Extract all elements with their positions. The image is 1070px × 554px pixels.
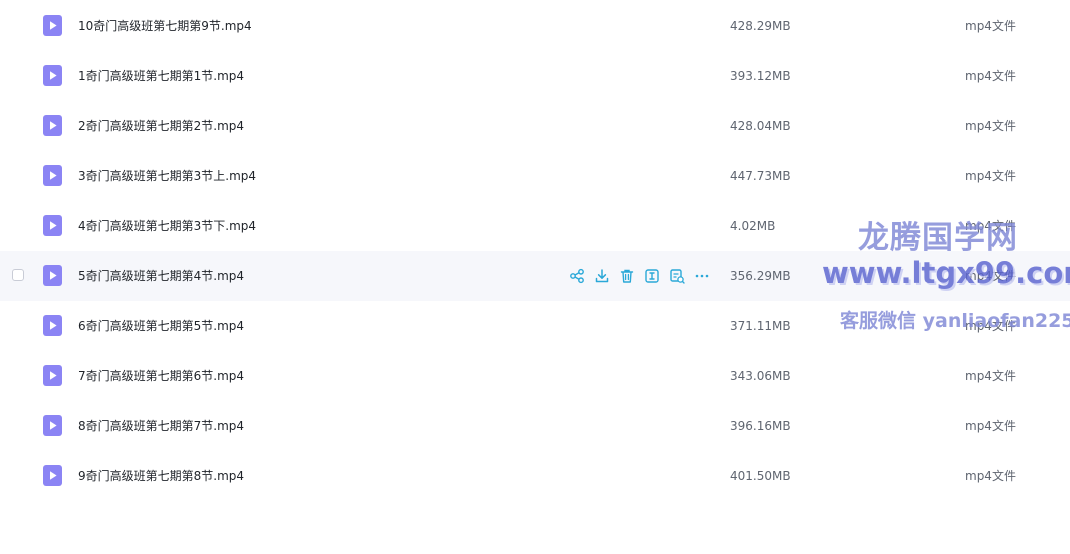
file-name[interactable]: 6奇门高级班第七期第5节.mp4 xyxy=(78,317,244,335)
file-size: 371.11MB xyxy=(730,319,791,333)
file-type: mp4文件 xyxy=(965,19,1016,33)
file-name[interactable]: 1奇门高级班第七期第1节.mp4 xyxy=(78,67,244,85)
file-row[interactable]: 4奇门高级班第七期第3节下.mp4 4.02MB mp4文件 xyxy=(0,201,1070,251)
file-size: 401.50MB xyxy=(730,469,791,483)
file-type: mp4文件 xyxy=(965,69,1016,83)
file-name[interactable]: 7奇门高级班第七期第6节.mp4 xyxy=(78,367,244,385)
file-row[interactable]: 9奇门高级班第七期第8节.mp4 401.50MB mp4文件 xyxy=(0,451,1070,501)
file-name[interactable]: 9奇门高级班第七期第8节.mp4 xyxy=(78,467,244,485)
file-row-hovered[interactable]: 5奇门高级班第七期第4节.mp4 356.29MB mp4文件 xyxy=(0,251,1070,301)
video-file-icon xyxy=(43,315,62,336)
video-file-icon xyxy=(43,215,62,236)
more-icon[interactable] xyxy=(694,268,710,284)
file-type: mp4文件 xyxy=(965,319,1016,333)
file-row[interactable]: 6奇门高级班第七期第5节.mp4 371.11MB mp4文件 xyxy=(0,301,1070,351)
download-icon[interactable] xyxy=(594,268,610,284)
file-row[interactable]: 7奇门高级班第七期第6节.mp4 343.06MB mp4文件 xyxy=(0,351,1070,401)
video-file-icon xyxy=(43,165,62,186)
file-type: mp4文件 xyxy=(965,469,1016,483)
file-type: mp4文件 xyxy=(965,369,1016,383)
video-file-icon xyxy=(43,365,62,386)
row-checkbox[interactable] xyxy=(12,269,24,281)
delete-icon[interactable] xyxy=(619,268,635,284)
file-type: mp4文件 xyxy=(965,119,1016,133)
video-file-icon xyxy=(43,415,62,436)
file-size: 356.29MB xyxy=(730,269,791,283)
rename-icon[interactable] xyxy=(644,268,660,284)
video-file-icon xyxy=(43,465,62,486)
file-name[interactable]: 3奇门高级班第七期第3节上.mp4 xyxy=(78,167,256,185)
file-name[interactable]: 4奇门高级班第七期第3节下.mp4 xyxy=(78,217,256,235)
share-icon[interactable] xyxy=(569,268,585,284)
file-size: 4.02MB xyxy=(730,219,776,233)
file-size: 447.73MB xyxy=(730,169,791,183)
file-name[interactable]: 5奇门高级班第七期第4节.mp4 xyxy=(78,267,244,285)
file-row[interactable]: 8奇门高级班第七期第7节.mp4 396.16MB mp4文件 xyxy=(0,401,1070,451)
file-list: 10奇门高级班第七期第9节.mp4 428.29MB mp4文件 1奇门高级班第… xyxy=(0,1,1070,501)
file-row[interactable]: 10奇门高级班第七期第9节.mp4 428.29MB mp4文件 xyxy=(0,1,1070,51)
file-row[interactable]: 1奇门高级班第七期第1节.mp4 393.12MB mp4文件 xyxy=(0,51,1070,101)
file-size: 428.29MB xyxy=(730,19,791,33)
file-type: mp4文件 xyxy=(965,269,1016,283)
file-type: mp4文件 xyxy=(965,219,1016,233)
file-row[interactable]: 3奇门高级班第七期第3节上.mp4 447.73MB mp4文件 xyxy=(0,151,1070,201)
file-size: 343.06MB xyxy=(730,369,791,383)
video-file-icon xyxy=(43,115,62,136)
video-file-icon xyxy=(43,65,62,86)
file-name[interactable]: 2奇门高级班第七期第2节.mp4 xyxy=(78,117,244,135)
file-type: mp4文件 xyxy=(965,419,1016,433)
file-type: mp4文件 xyxy=(965,169,1016,183)
video-file-icon xyxy=(43,15,62,36)
file-size: 396.16MB xyxy=(730,419,791,433)
file-name[interactable]: 8奇门高级班第七期第7节.mp4 xyxy=(78,417,244,435)
move-icon[interactable] xyxy=(669,268,685,284)
video-file-icon xyxy=(43,265,62,286)
file-row[interactable]: 2奇门高级班第七期第2节.mp4 428.04MB mp4文件 xyxy=(0,101,1070,151)
file-name[interactable]: 10奇门高级班第七期第9节.mp4 xyxy=(78,17,252,35)
file-size: 428.04MB xyxy=(730,119,791,133)
file-size: 393.12MB xyxy=(730,69,791,83)
